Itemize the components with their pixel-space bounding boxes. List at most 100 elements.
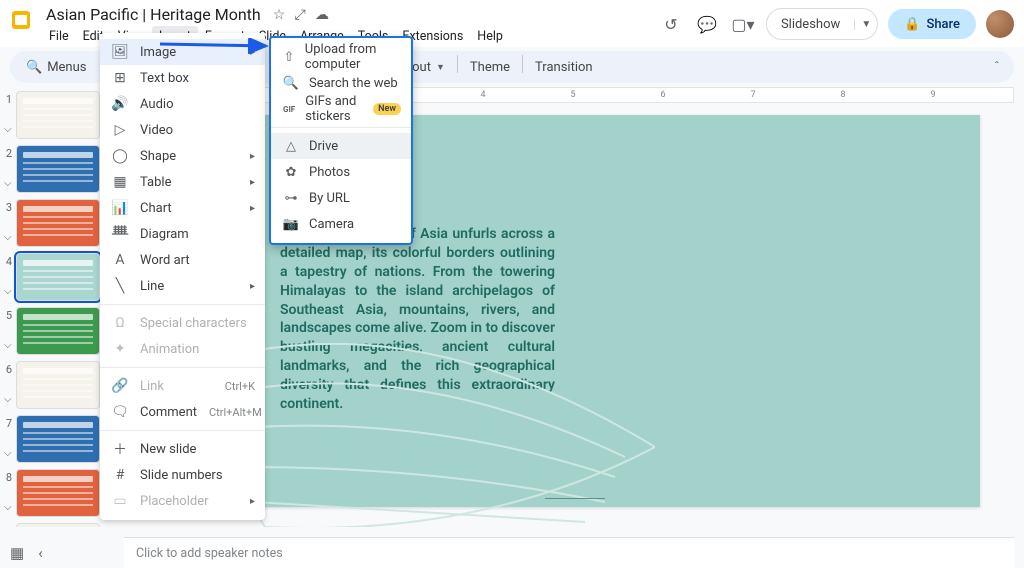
menu-file[interactable]: File — [42, 26, 76, 47]
slide-thumbnail[interactable] — [16, 361, 100, 409]
menu-item-shape[interactable]: ◯Shape▸ — [100, 143, 265, 169]
submenu-arrow-icon: ▸ — [250, 151, 255, 162]
menu-item-slide-numbers[interactable]: # Slide numbers — [100, 462, 265, 488]
menu-item-label: By URL — [309, 191, 350, 206]
slide-thumbnail[interactable] — [16, 145, 100, 193]
collapse-panel-icon[interactable]: ‹ — [38, 544, 43, 562]
hash-icon: # — [112, 467, 128, 483]
history-icon[interactable]: ↺ — [658, 11, 684, 37]
camera-icon: 📷 — [283, 216, 299, 232]
slide-thumbnail[interactable] — [16, 307, 100, 355]
menu-item-label: Table — [140, 175, 238, 190]
cloud-status-icon[interactable]: ☁ — [315, 7, 329, 23]
menu-help[interactable]: Help — [470, 26, 510, 47]
thumb-number: 4 — [4, 253, 12, 268]
grid-view-icon[interactable]: ▦ — [10, 544, 24, 562]
submenu-item-drive[interactable]: △ Drive — [271, 133, 411, 159]
slide-footer-divider — [545, 498, 605, 499]
menu-item-placeholder: ▭ Placeholder ▸ — [100, 488, 265, 514]
menu-item-label: Placeholder — [140, 494, 238, 509]
menu-item-video[interactable]: ▷Video — [100, 117, 265, 143]
menu-item-label: Photos — [309, 165, 350, 180]
menu-item-chart[interactable]: 📊 Chart ▸ — [100, 195, 265, 221]
star-icon[interactable]: ☆ — [273, 7, 286, 23]
comments-icon[interactable]: 💬 — [694, 11, 720, 37]
chart-icon: 📊 — [112, 200, 128, 216]
thumb-number: 1 — [4, 91, 12, 106]
motion-icon: ✦ — [112, 341, 128, 357]
slide-thumbnail[interactable] — [16, 91, 100, 139]
submenu-item-camera[interactable]: 📷Camera — [271, 211, 411, 237]
search-icon: 🔍 — [283, 75, 299, 91]
insert-menu: 🖼Image▸⊞Text box🔊Audio▷Video◯Shape▸ ▦ Tabl… — [100, 33, 265, 520]
menu-item-audio[interactable]: 🔊Audio — [100, 91, 265, 117]
menu-item-line[interactable]: ╲Line▸ — [100, 273, 265, 299]
share-button[interactable]: 🔒 Share — [888, 9, 976, 39]
thumb-number: 8 — [4, 469, 12, 484]
shortcut-label: Ctrl+K — [225, 380, 255, 393]
meet-icon[interactable]: ▢▾ — [730, 11, 756, 37]
menu-item-new-slide[interactable]: ＋New slide — [100, 436, 265, 462]
submenu-item-gifs-and-stickers[interactable]: GIF GIFs and stickers New — [271, 96, 411, 122]
slideshow-dropdown[interactable]: ▼ — [854, 19, 877, 30]
slide-thumbnail[interactable] — [16, 199, 100, 247]
menu-item-image[interactable]: 🖼Image▸ — [100, 39, 265, 65]
menu-item-diagram[interactable]: ᚙDiagram — [100, 221, 265, 247]
menu-item-label: Chart — [140, 201, 238, 216]
menu-item-label: Upload from computer — [305, 42, 401, 72]
submenu-arrow-icon: ▸ — [250, 177, 255, 188]
slide-thumbnail[interactable] — [16, 253, 100, 301]
menu-item-label: GIFs and stickers — [305, 94, 363, 124]
omega-icon: Ω — [112, 315, 128, 331]
ruler-mark: 6 — [660, 90, 665, 100]
diagram-icon: ᚙ — [112, 226, 128, 242]
lock-icon: 🔒 — [904, 17, 920, 32]
submenu-arrow-icon: ▸ — [250, 203, 255, 214]
move-icon[interactable]: ⤢ — [295, 7, 306, 23]
menu-item-label: Audio — [140, 97, 255, 112]
app-logo[interactable] — [8, 7, 34, 33]
menu-item-word-art[interactable]: AWord art — [100, 247, 265, 273]
toolbar-expand-icon[interactable]: ˆ — [988, 60, 1006, 75]
speaker-notes[interactable]: Click to add speaker notes — [124, 537, 1014, 568]
submenu-item-search-the-web[interactable]: 🔍 Search the web — [271, 70, 411, 96]
drive-icon: △ — [283, 138, 299, 154]
submenu-item-by-url[interactable]: ⊶By URL — [271, 185, 411, 211]
submenu-item-upload-from-computer[interactable]: ⇧ Upload from computer — [271, 44, 411, 70]
menu-item-label: Animation — [140, 342, 255, 357]
menu-item-label: Drive — [309, 139, 338, 154]
submenu-arrow-icon: ▸ — [250, 47, 255, 58]
theme-chip[interactable]: Theme — [462, 55, 518, 79]
slide-thumbnail[interactable] — [16, 469, 100, 517]
placeholder-icon: ▭ — [112, 493, 128, 509]
transition-chip[interactable]: Transition — [527, 55, 601, 79]
leaf-decor — [225, 327, 655, 527]
attach-icon: ⌵ — [4, 106, 12, 135]
gif-icon: GIF — [283, 101, 295, 117]
account-avatar[interactable] — [986, 10, 1014, 38]
slideshow-button[interactable]: Slideshow ▼ — [766, 8, 878, 40]
thumb-number: 9 — [4, 523, 12, 527]
submenu-arrow-icon: ▸ — [250, 496, 255, 507]
menu-item-comment[interactable]: 🗨CommentCtrl+Alt+M — [100, 399, 265, 425]
menu-item-table[interactable]: ▦ Table ▸ — [100, 169, 265, 195]
thumb-number: 2 — [4, 145, 12, 160]
doc-title[interactable]: Asian Pacific | Heritage Month — [42, 4, 265, 25]
upload-icon: ⇧ — [283, 49, 295, 65]
wordart-icon: A — [112, 252, 128, 268]
slide-thumbnail[interactable] — [16, 415, 100, 463]
table-icon: ▦ — [112, 174, 128, 190]
new-badge: New — [373, 103, 401, 115]
attach-icon: ⌵ — [4, 214, 12, 243]
menu-item-text-box[interactable]: ⊞Text box — [100, 65, 265, 91]
search-menus[interactable]: 🔍 Menus — [18, 55, 95, 79]
menu-item-label: Comment — [140, 405, 197, 420]
ruler-mark: 5 — [570, 90, 575, 100]
menu-item-label: Link — [140, 379, 213, 394]
shortcut-label: Ctrl+Alt+M — [209, 406, 262, 419]
submenu-item-photos[interactable]: ✿Photos — [271, 159, 411, 185]
menu-item-label: Slide numbers — [140, 468, 255, 483]
menu-item-label: Special characters — [140, 316, 255, 331]
menu-item-label: Search the web — [309, 76, 398, 91]
slide-thumbnail[interactable] — [16, 523, 100, 527]
